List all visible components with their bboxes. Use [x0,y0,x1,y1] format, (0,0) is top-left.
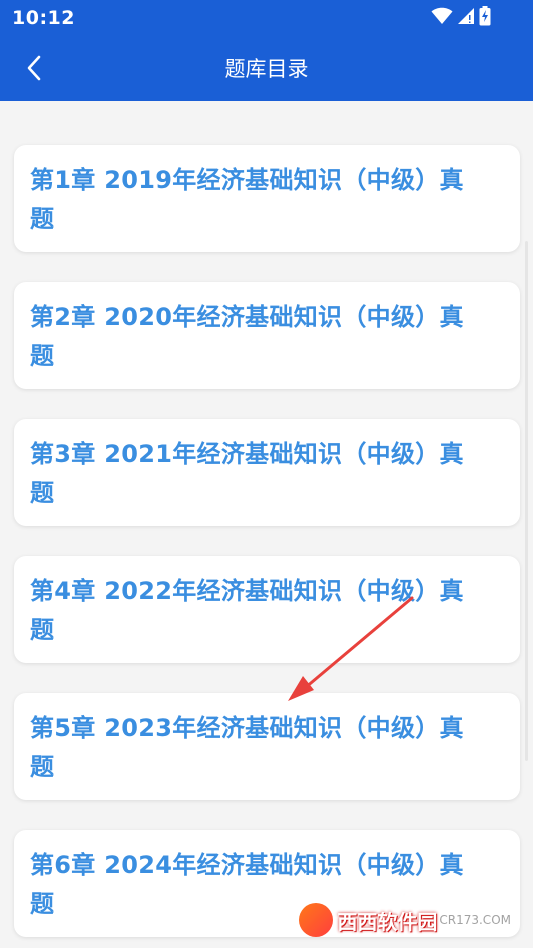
page-title: 题库目录 [224,57,309,81]
watermark-brand: 西西软件园 [337,909,438,934]
watermark-logo: 西西软件园 CR173.COM [299,900,511,940]
chapter-list[interactable]: 第1章 2019年经济基础知识（中级）真题 第2章 2020年经济基础知识（中级… [0,101,533,948]
wifi-icon [431,7,453,29]
status-icons [427,6,491,30]
watermark-badge-icon [299,903,334,937]
chapter-title: 第2章 2020年经济基础知识（中级）真题 [30,303,464,370]
chapter-title: 第5章 2023年经济基础知识（中级）真题 [30,714,464,781]
status-time: 10:12 [12,7,75,29]
chapter-title: 第4章 2022年经济基础知识（中级）真题 [30,577,464,644]
signal-icon [457,7,475,29]
chapter-title: 第1章 2019年经济基础知识（中级）真题 [30,166,464,233]
nav-bar: 题库目录 [0,38,533,101]
status-bar: 10:12 [0,0,533,38]
chapter-card[interactable]: 第4章 2022年经济基础知识（中级）真题 [14,556,520,663]
chapter-card[interactable]: 第3章 2021年经济基础知识（中级）真题 [14,419,520,526]
watermark-site: CR173.COM [439,913,511,927]
chapter-card[interactable]: 第5章 2023年经济基础知识（中级）真题 [14,693,520,800]
battery-charging-icon [479,6,491,30]
scrollbar[interactable] [525,241,528,761]
chapter-title: 第3章 2021年经济基础知识（中级）真题 [30,440,464,507]
chapter-card[interactable]: 第1章 2019年经济基础知识（中级）真题 [14,145,520,252]
chapter-card[interactable]: 第2章 2020年经济基础知识（中级）真题 [14,282,520,389]
